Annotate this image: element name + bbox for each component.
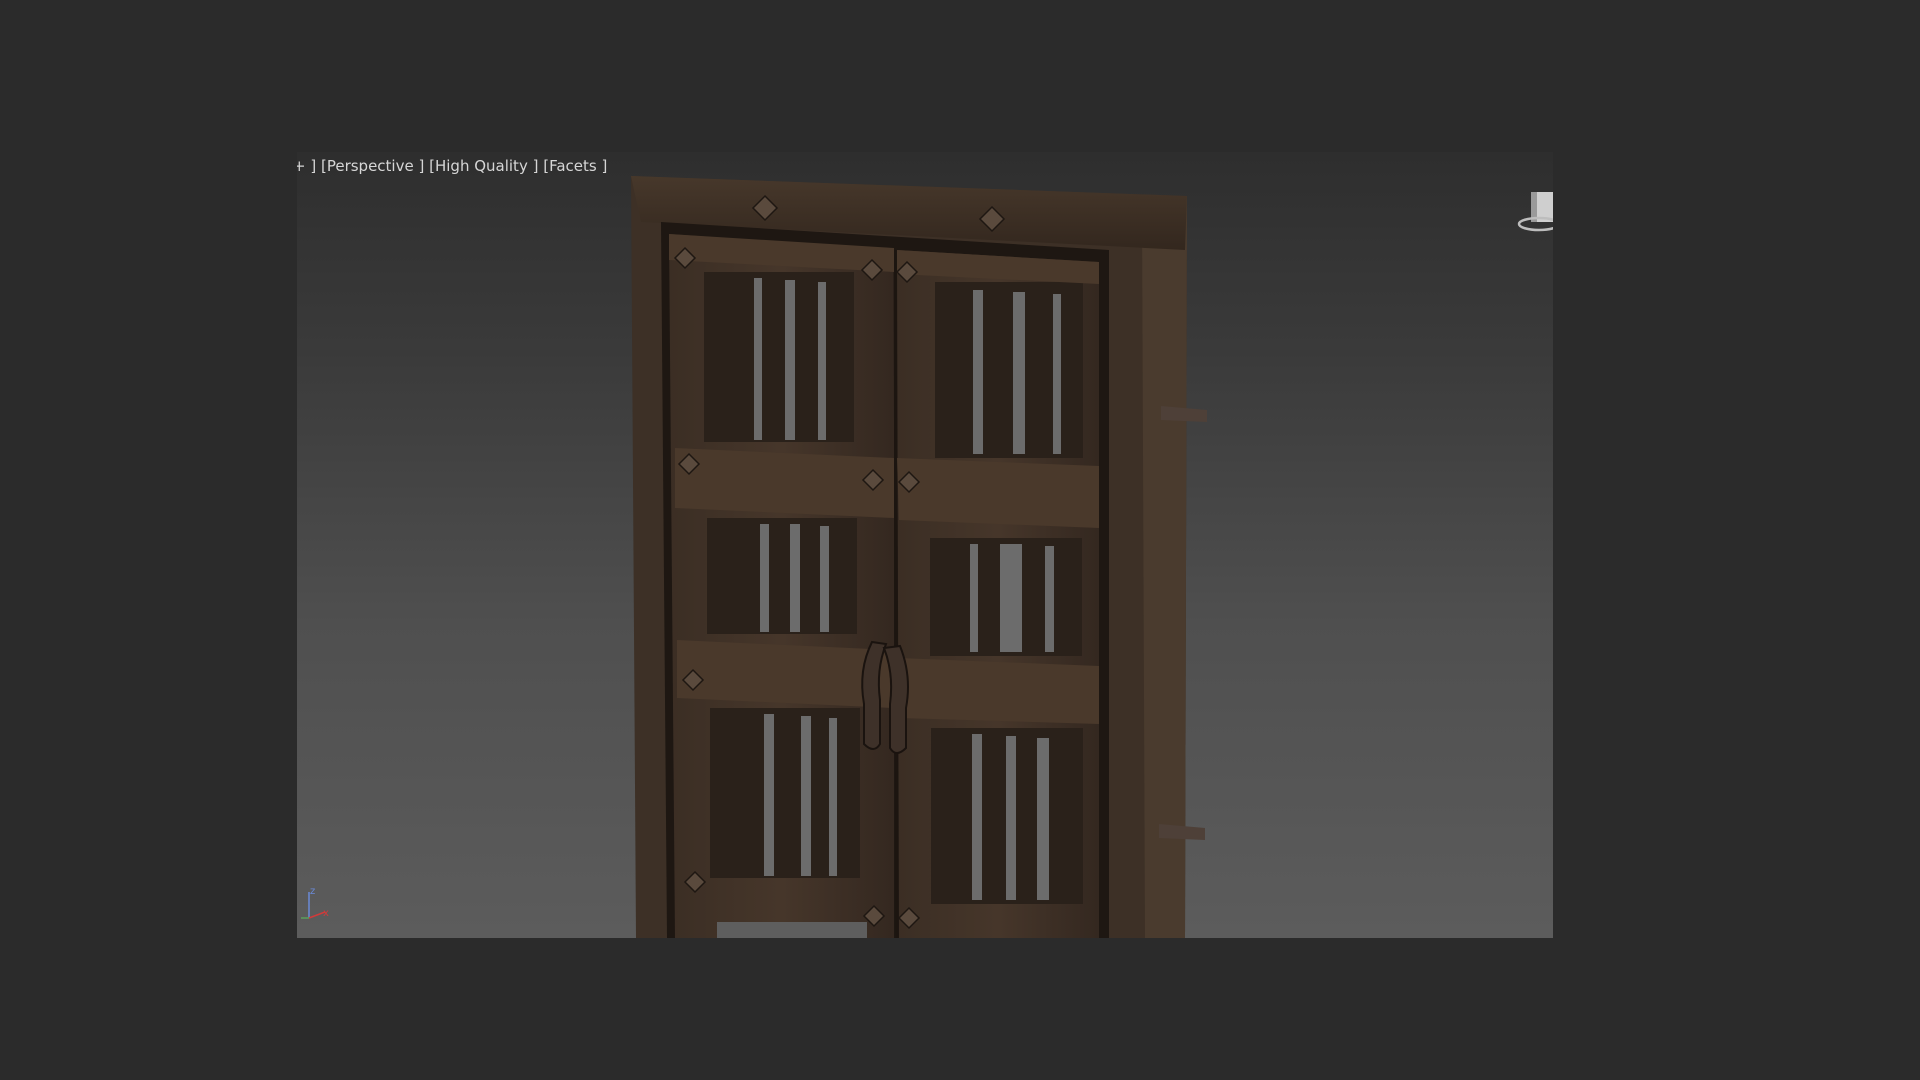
3d-viewport[interactable]: + ] [Perspective ] [High Quality ] [Face… bbox=[297, 152, 1553, 938]
viewport-label: + ] [Perspective ] [High Quality ] [Face… bbox=[297, 157, 607, 175]
viewport-shading-quality[interactable]: [High Quality ] bbox=[429, 157, 538, 175]
axis-x-label: x bbox=[323, 908, 329, 919]
door-bottom-gap bbox=[717, 922, 867, 938]
axis-z-label: z bbox=[310, 886, 315, 897]
door-center-seam bbox=[893, 249, 899, 938]
view-cube-icon[interactable] bbox=[1513, 188, 1553, 238]
viewport-menu-plus[interactable]: + ] bbox=[297, 157, 316, 175]
window-left-bottom bbox=[710, 708, 860, 878]
window-left-middle bbox=[707, 518, 857, 634]
viewport-view-mode[interactable]: [Perspective ] bbox=[321, 157, 424, 175]
viewport-display-mode[interactable]: [Facets ] bbox=[543, 157, 607, 175]
door-model[interactable] bbox=[297, 152, 1553, 938]
window-left-top bbox=[704, 272, 854, 442]
axis-tripod-icon: z x bbox=[301, 886, 329, 919]
